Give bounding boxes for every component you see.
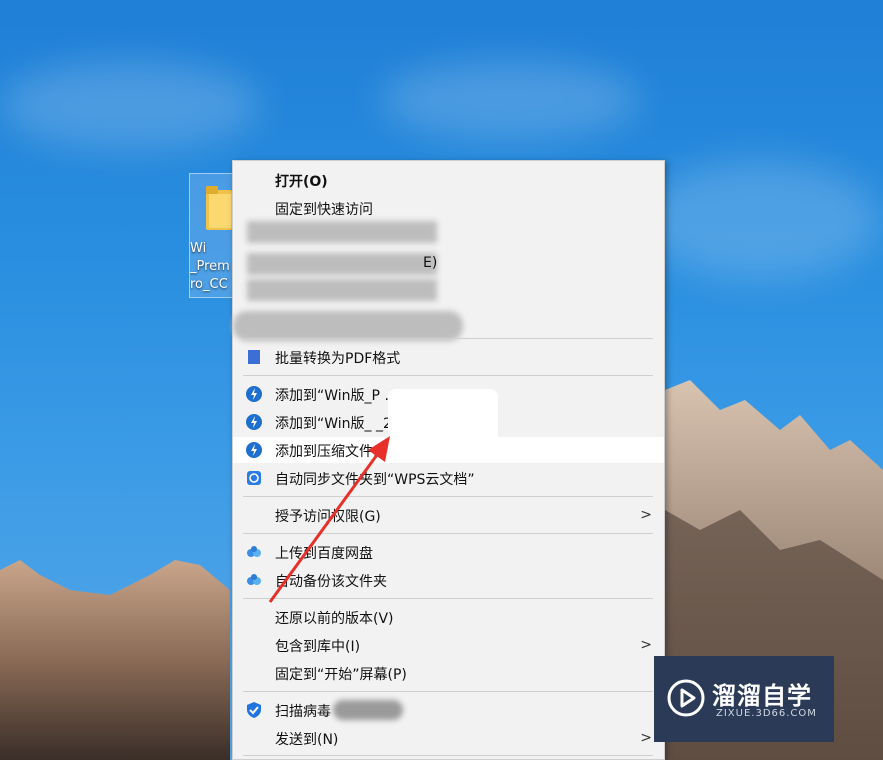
menu-item-auto-backup[interactable]: 自动备份该文件夹 xyxy=(233,567,664,593)
compress-icon xyxy=(246,414,262,430)
menu-item-label: 包含到库中(I) xyxy=(275,639,361,655)
menu-item-include-library[interactable]: 包含到库中(I) > xyxy=(233,632,664,658)
chevron-right-icon: > xyxy=(640,637,652,653)
menu-item-label: E) xyxy=(423,255,438,271)
menu-item-label: 自动备份该文件夹 xyxy=(275,574,387,590)
menu-item-label: 还原以前的版本(V) xyxy=(275,611,394,627)
cloud xyxy=(640,160,880,280)
menu-item-baidu-upload[interactable]: 上传到百度网盘 xyxy=(233,539,664,565)
menu-item-label: 固定到快速访问 xyxy=(275,202,373,218)
menu-item-grant-access[interactable]: 授予访问权限(G) > xyxy=(233,502,664,528)
menu-separator xyxy=(243,375,653,376)
redacted-block xyxy=(247,279,437,301)
menu-item-pin-quick-access[interactable]: 固定到快速访问 xyxy=(233,195,664,221)
menu-separator xyxy=(243,533,653,534)
context-menu: 打开(O) 固定到快速访问 E) 批量转换为PDF格式 添加到“Win版_P .… xyxy=(232,160,665,760)
redacted-block xyxy=(247,253,437,275)
menu-item-send-to[interactable]: 发送到(N) > xyxy=(233,725,664,751)
menu-item-batch-pdf[interactable]: 批量转换为PDF格式 xyxy=(233,344,664,370)
redacted-block xyxy=(388,389,498,451)
cloud xyxy=(0,60,260,150)
menu-item-label: 添加到压缩文件... xyxy=(275,444,387,460)
menu-item-label: 自动同步文件夹到“WPS云文档” xyxy=(275,472,475,488)
redacted-block xyxy=(233,311,463,341)
watermark-logo: 溜溜自学 ZIXUE.3D66.COM xyxy=(654,656,834,742)
menu-separator xyxy=(243,598,653,599)
menu-item-label: 打开(O) xyxy=(275,174,328,190)
watermark-subtitle: ZIXUE.3D66.COM xyxy=(716,708,817,719)
chevron-right-icon: > xyxy=(640,730,652,746)
redacted-block xyxy=(333,700,403,720)
chevron-right-icon: > xyxy=(640,507,652,523)
play-icon xyxy=(667,679,705,717)
menu-item-label: 扫描病毒 xyxy=(275,704,331,720)
baidu-cloud-icon xyxy=(247,574,261,585)
cloud xyxy=(380,60,640,140)
menu-item-restore-versions[interactable]: 还原以前的版本(V) xyxy=(233,604,664,630)
redacted-block xyxy=(247,221,437,243)
menu-separator xyxy=(243,691,653,692)
compress-icon xyxy=(246,386,262,402)
menu-item-label: 授予访问权限(G) xyxy=(275,509,381,525)
menu-item-pin-start[interactable]: 固定到“开始”屏幕(P) xyxy=(233,660,664,686)
menu-separator xyxy=(243,755,653,756)
menu-item-label: 批量转换为PDF格式 xyxy=(275,351,401,367)
menu-item-open[interactable]: 打开(O) xyxy=(233,167,664,193)
menu-item-label: 发送到(N) xyxy=(275,732,339,748)
shield-icon xyxy=(247,702,261,718)
watermark-title: 溜溜自学 xyxy=(712,682,812,710)
baidu-cloud-icon xyxy=(247,546,261,557)
folder-icon xyxy=(206,186,232,230)
menu-item-label: 固定到“开始”屏幕(P) xyxy=(275,667,407,683)
menu-item-scan-virus[interactable]: 扫描病毒 xyxy=(233,697,664,723)
menu-separator xyxy=(243,496,653,497)
menu-item-redacted[interactable]: E) xyxy=(233,251,664,277)
pdf-icon xyxy=(248,350,260,364)
menu-item-wps-sync[interactable]: 自动同步文件夹到“WPS云文档” xyxy=(233,465,664,491)
cloud-sync-icon xyxy=(247,471,261,485)
menu-separator xyxy=(243,338,653,339)
menu-item-label: 上传到百度网盘 xyxy=(275,546,373,562)
compress-icon xyxy=(246,442,262,458)
